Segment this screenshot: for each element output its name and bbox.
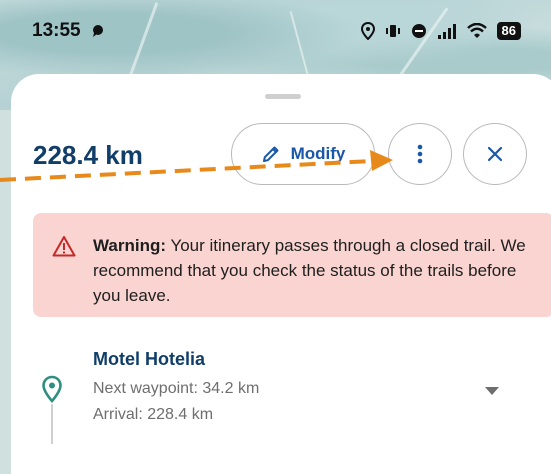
close-button[interactable] (463, 123, 527, 185)
route-distance: 228.4 km (33, 140, 143, 170)
vibrate-icon (385, 25, 400, 37)
chat-bubble-icon (92, 25, 103, 37)
warning-prefix: Warning: (93, 236, 167, 255)
pencil-icon (262, 146, 279, 162)
do-not-disturb-icon (411, 24, 426, 38)
route-bottom-sheet: 228.4 km Modify Warning: Your itinerary … (11, 74, 551, 474)
waypoint-next-distance: Next waypoint: 34.2 km (93, 380, 260, 397)
waypoint-arrival-distance: Arrival: 228.4 km (93, 406, 214, 423)
expand-caret-icon[interactable] (485, 387, 499, 395)
location-icon (360, 22, 375, 40)
location-pin-icon (42, 375, 62, 403)
itinerary-line (51, 404, 53, 444)
waypoint-name: Motel Hotelia (93, 349, 206, 369)
modify-label: Modify (290, 144, 346, 163)
more-options-button[interactable] (388, 123, 452, 185)
drag-handle[interactable] (265, 94, 301, 99)
status-icons: 86 (360, 22, 521, 40)
modify-button[interactable]: Modify (231, 123, 375, 185)
more-vert-icon (417, 144, 423, 164)
close-icon (487, 146, 503, 162)
battery-indicator: 86 (496, 22, 521, 40)
signal-icon (437, 24, 456, 39)
warning-icon (52, 236, 76, 257)
wifi-icon (466, 23, 487, 38)
closed-trail-warning: Warning: Your itinerary passes through a… (33, 213, 551, 317)
status-time-group: 13:55 (32, 20, 105, 42)
status-bar: 13:55 86 (0, 0, 551, 62)
clock: 13:55 (32, 20, 81, 41)
